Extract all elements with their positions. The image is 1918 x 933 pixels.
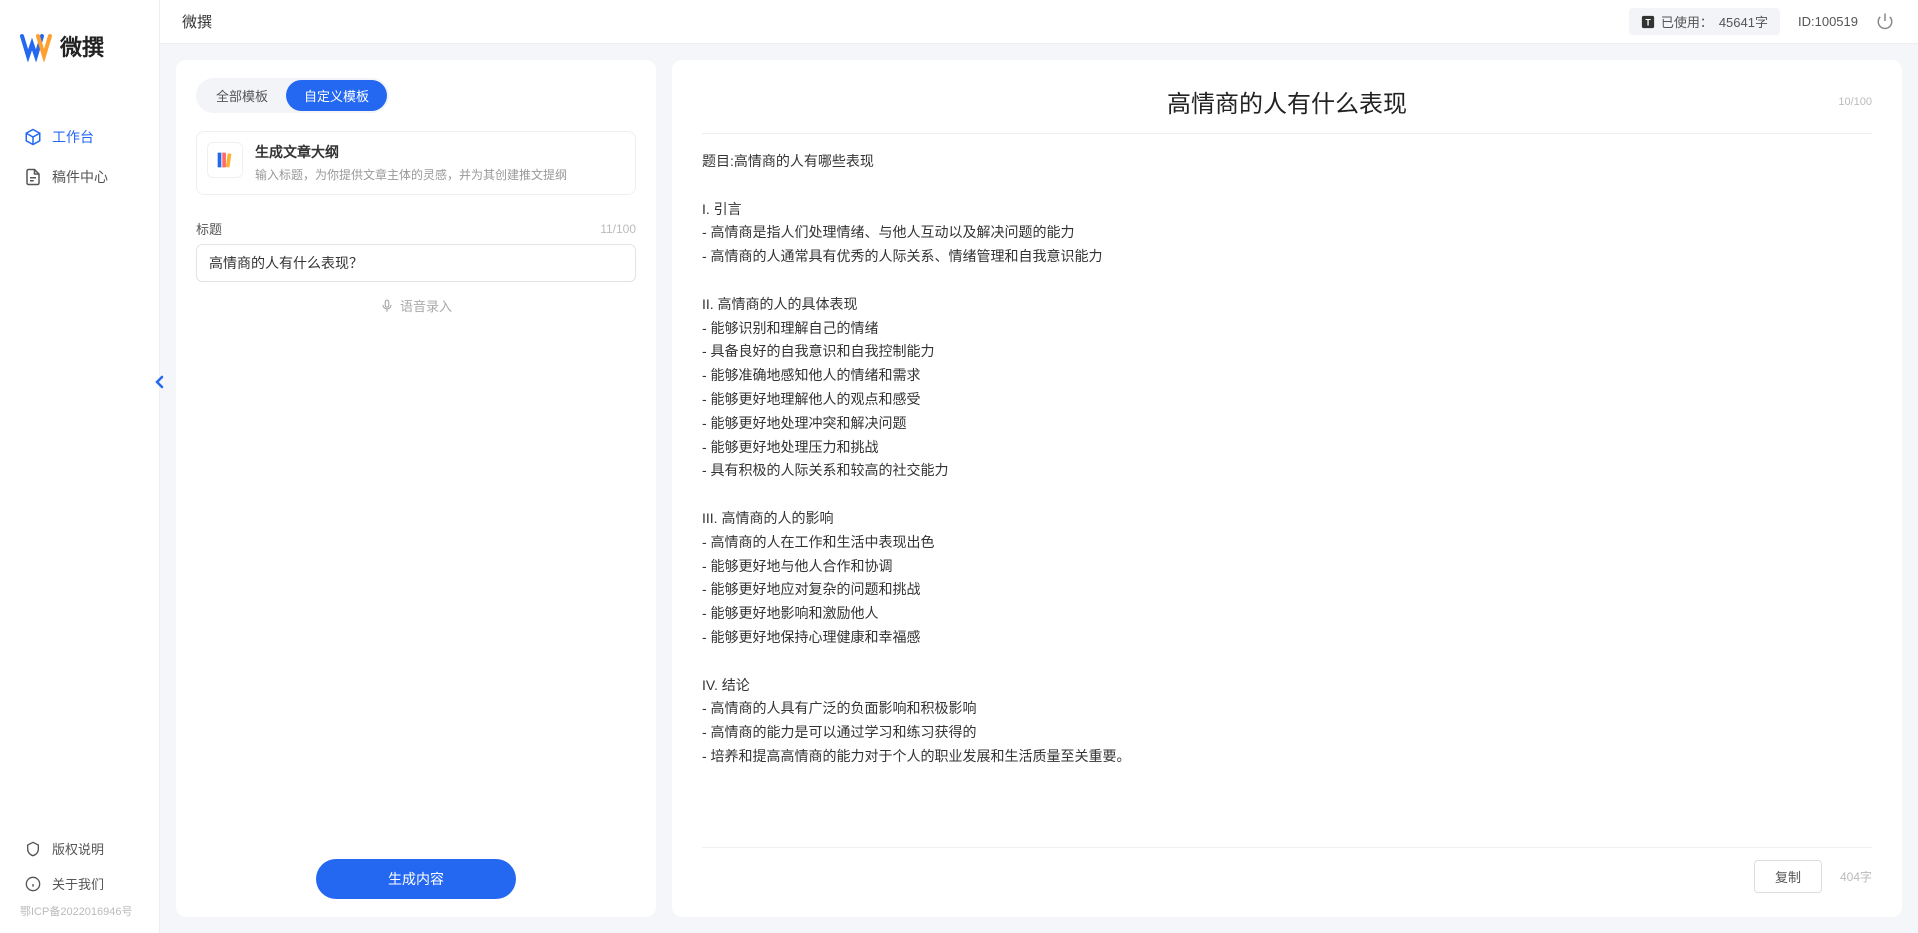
title-label-row: 标题 11/100 [196, 219, 636, 238]
tab-all-templates[interactable]: 全部模板 [198, 80, 286, 111]
nav-about[interactable]: 关于我们 [0, 866, 159, 901]
template-tabs: 全部模板 自定义模板 [196, 78, 389, 113]
info-icon [24, 875, 42, 893]
template-card[interactable]: 生成文章大纲 输入标题，为你提供文章主体的灵感，并为其创建推文提纲 [196, 131, 636, 195]
sidebar: 微撰 工作台 稿件中心 版权说明 [0, 0, 160, 933]
nav-label: 工作台 [52, 127, 94, 147]
tab-custom-templates[interactable]: 自定义模板 [286, 80, 387, 111]
title-label: 标题 [196, 219, 222, 238]
voice-label: 语音录入 [400, 296, 452, 315]
topbar-title: 微撰 [182, 11, 212, 32]
sidebar-bottom: 版权说明 关于我们 鄂ICP备2022016946号 [0, 831, 159, 933]
template-desc: 输入标题，为你提供文章主体的灵感，并为其创建推文提纲 [255, 166, 567, 184]
nav-label: 版权说明 [52, 839, 104, 858]
input-panel: 全部模板 自定义模板 生成文章大纲 输入标题，为你提供文章主体的灵感，并为其创建… [176, 60, 656, 917]
mic-icon [380, 299, 394, 313]
output-title: 高情商的人有什么表现 [702, 84, 1872, 119]
topbar-right: T 已使用： 45641字 ID:100519 [1629, 8, 1896, 35]
usage-value: 45641字 [1719, 12, 1768, 31]
shield-icon [24, 840, 42, 858]
logo[interactable]: 微撰 [0, 0, 159, 87]
svg-text:T: T [1645, 17, 1651, 27]
output-body[interactable]: 题目:高情商的人有哪些表现 I. 引言 - 高情商是指人们处理情绪、与他人互动以… [702, 150, 1872, 835]
logo-icon [20, 30, 52, 62]
output-title-count: 10/100 [1838, 96, 1872, 108]
generate-button[interactable]: 生成内容 [316, 859, 516, 899]
document-icon [24, 168, 42, 186]
template-info: 生成文章大纲 输入标题，为你提供文章主体的灵感，并为其创建推文提纲 [255, 142, 567, 184]
nav-label: 稿件中心 [52, 167, 108, 187]
cube-icon [24, 128, 42, 146]
output-char-count: 404字 [1840, 868, 1872, 885]
text-t-icon: T [1641, 15, 1655, 29]
icp-text: 鄂ICP备2022016946号 [0, 901, 159, 925]
output-footer: 复制 404字 [702, 847, 1872, 893]
nav-label: 关于我们 [52, 874, 104, 893]
logo-text: 微撰 [60, 30, 104, 62]
usage-label: 已使用： [1661, 12, 1713, 31]
main-nav: 工作台 稿件中心 [0, 87, 159, 831]
output-header: 高情商的人有什么表现 10/100 [702, 84, 1872, 134]
power-button[interactable] [1876, 12, 1896, 32]
user-id: ID:100519 [1798, 14, 1858, 29]
title-char-count: 11/100 [600, 222, 636, 236]
main: 微撰 T 已使用：45641字 ID:100519 全部模板 自定 [160, 0, 1918, 933]
voice-input-button[interactable]: 语音录入 [196, 296, 636, 315]
nav-copyright[interactable]: 版权说明 [0, 831, 159, 866]
topbar: 微撰 T 已使用： 45641字 ID:100519 [160, 0, 1918, 44]
sidebar-collapse-toggle[interactable] [151, 370, 167, 394]
content: 全部模板 自定义模板 生成文章大纲 输入标题，为你提供文章主体的灵感，并为其创建… [160, 44, 1918, 933]
nav-drafts[interactable]: 稿件中心 [0, 157, 159, 197]
template-title: 生成文章大纲 [255, 142, 567, 162]
nav-workspace[interactable]: 工作台 [0, 117, 159, 157]
copy-button[interactable]: 复制 [1754, 860, 1822, 893]
title-input[interactable] [196, 244, 636, 282]
output-panel: 高情商的人有什么表现 10/100 题目:高情商的人有哪些表现 I. 引言 - … [672, 60, 1902, 917]
books-icon [207, 142, 243, 178]
usage-badge[interactable]: T 已使用： 45641字 [1629, 8, 1780, 35]
